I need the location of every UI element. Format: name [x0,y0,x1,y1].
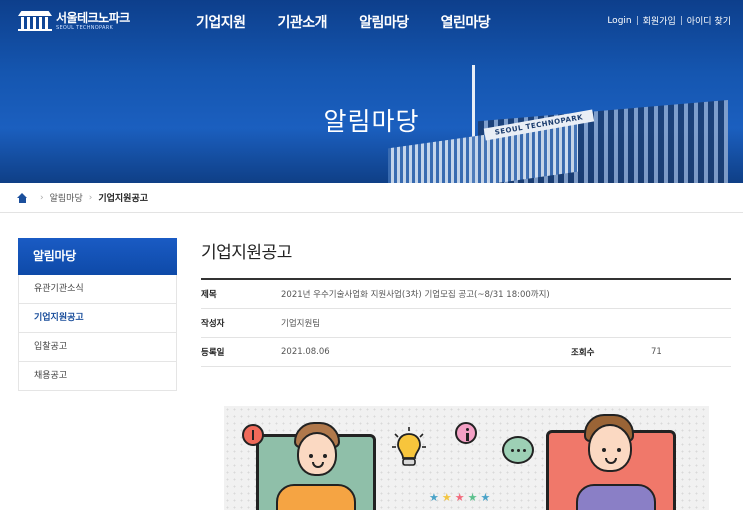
nav-item-notices[interactable]: 알림마당 [359,12,409,32]
divider [680,16,682,25]
star-icon: ★ [480,491,491,504]
info-icon [455,422,477,444]
find-id-link[interactable]: 아이디 찾기 [687,14,731,27]
breadcrumb-separator: › [88,192,93,203]
post-image: ★ ★ ★ ★ ★ [224,406,709,510]
main-content: 기업지원공고 제목 2021년 우수기술사업화 지원사업(3차) 기업모집 공고… [201,238,731,367]
nav-item-about[interactable]: 기관소개 [278,12,328,32]
top-bar: 서울테크노파크 SEOUL TECHNOPARK 기업지원 기관소개 알림마당 … [0,0,743,44]
nav-item-business-support[interactable]: 기업지원 [196,12,246,32]
site-header: SEOUL TECHNOPARK 서울테크노파크 SEOUL TECHNOPAR… [0,0,743,183]
alert-icon [242,424,264,446]
logo-building-icon [18,11,52,31]
sidebar: 알림마당 유관기관소식 기업지원공고 입찰공고 채용공고 [18,238,177,391]
main-nav: 기업지원 기관소개 알림마당 열린마당 [196,12,491,32]
person-left-body [276,484,356,510]
subject-label: 제목 [201,290,217,300]
views-label: 조회수 [571,348,595,358]
breadcrumb-item-notices[interactable]: 알림마당 [50,191,83,204]
post-info-table: 제목 2021년 우수기술사업화 지원사업(3차) 기업모집 공고(~8/31 … [201,278,731,367]
info-row-subject: 제목 2021년 우수기술사업화 지원사업(3차) 기업모집 공고(~8/31 … [201,280,731,309]
sidebar-item-business-notices[interactable]: 기업지원공고 [18,304,177,333]
star-icon: ★ [441,491,452,504]
nav-item-open-forum[interactable]: 열린마당 [441,12,491,32]
logo-text-korean: 서울테크노파크 [56,10,130,25]
chat-bubble-icon [502,436,534,464]
star-icon: ★ [467,491,478,504]
hero-title: 알림마당 [323,107,420,136]
logo-text-english: SEOUL TECHNOPARK [56,24,114,31]
signup-link[interactable]: 회원가입 [643,14,676,27]
page-title: 기업지원공고 [201,243,292,263]
sidebar-item-recruitment[interactable]: 채용공고 [18,362,177,391]
subject-value: 2021년 우수기술사업화 지원사업(3차) 기업모집 공고(~8/31 18:… [281,290,550,300]
rating-stars: ★ ★ ★ ★ ★ [429,492,490,503]
person-right-body [576,484,656,510]
views-value: 71 [651,347,662,357]
site-logo[interactable]: 서울테크노파크 SEOUL TECHNOPARK [18,11,130,31]
login-link[interactable]: Login [607,16,631,26]
breadcrumb-item-current: 기업지원공고 [98,194,149,204]
utility-links: Login 회원가입 아이디 찾기 [607,14,731,28]
breadcrumb: › 알림마당 › 기업지원공고 [0,183,743,213]
lightbulb-icon [392,427,426,466]
date-value: 2021.08.06 [281,347,330,357]
divider [636,16,638,25]
person-right-head [588,424,632,472]
star-icon: ★ [429,491,439,504]
home-icon[interactable] [17,192,28,203]
info-row-date: 등록일 2021.08.06 조회수 71 [201,338,731,367]
person-left-head [297,432,337,476]
breadcrumb-separator: › [40,192,44,203]
info-row-author: 작성자 기업지원팀 [201,309,731,338]
author-value: 기업지원팀 [281,319,321,329]
sidebar-item-bids[interactable]: 입찰공고 [18,333,177,362]
star-icon: ★ [454,491,465,504]
sidebar-title: 알림마당 [18,238,177,275]
author-label: 작성자 [201,319,225,329]
date-label: 등록일 [201,348,225,358]
sidebar-item-related-news[interactable]: 유관기관소식 [18,275,177,304]
